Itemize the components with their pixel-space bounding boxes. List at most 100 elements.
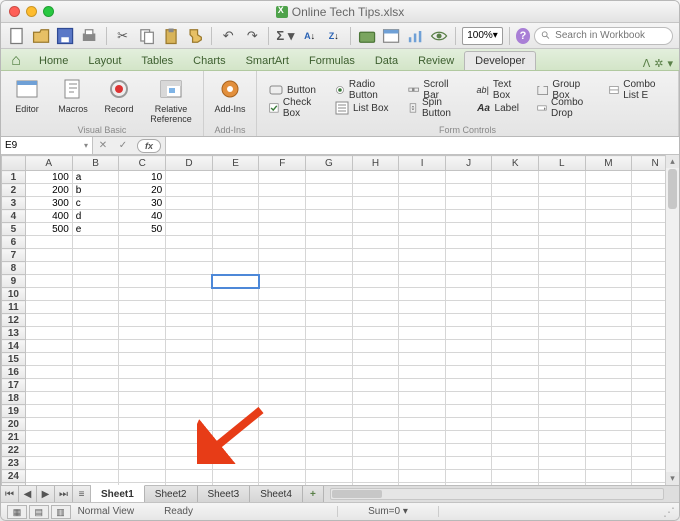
cell[interactable] [72,301,119,314]
cell[interactable] [492,262,539,275]
tab-charts[interactable]: Charts [183,52,235,70]
cell[interactable] [119,314,166,327]
cell[interactable] [25,327,72,340]
cell[interactable] [119,275,166,288]
cell[interactable] [538,366,585,379]
tab-formulas[interactable]: Formulas [299,52,365,70]
cell[interactable] [585,171,632,184]
cell[interactable] [166,327,213,340]
cell[interactable] [352,275,399,288]
cell[interactable] [259,444,306,457]
cell[interactable] [538,431,585,444]
cell[interactable] [212,301,259,314]
cell[interactable] [25,340,72,353]
cell[interactable] [492,275,539,288]
cell[interactable]: 20 [119,184,166,197]
cell[interactable] [166,288,213,301]
tab-smartart[interactable]: SmartArt [236,52,299,70]
row-header[interactable]: 17 [2,379,26,392]
cell[interactable] [538,379,585,392]
cell[interactable] [445,392,492,405]
cell[interactable] [259,483,306,486]
cell[interactable] [212,392,259,405]
cell[interactable] [119,353,166,366]
fx-button[interactable]: fx [137,139,161,153]
row-header[interactable]: 1 [2,171,26,184]
cell[interactable] [445,353,492,366]
sort-za-button[interactable]: Z↓ [324,26,344,46]
cell[interactable] [538,405,585,418]
page-break-view-button[interactable]: ▥ [51,505,71,519]
cell[interactable] [352,171,399,184]
cell[interactable] [119,288,166,301]
cell[interactable] [445,223,492,236]
cell[interactable] [25,301,72,314]
row-header[interactable]: 5 [2,223,26,236]
cell[interactable] [585,418,632,431]
cell[interactable] [259,275,306,288]
row-header[interactable]: 7 [2,249,26,262]
copy-button[interactable] [137,26,157,46]
cell[interactable] [492,327,539,340]
cell[interactable] [212,210,259,223]
sheet-tab[interactable]: Sheet1 [91,485,145,502]
cell[interactable] [25,444,72,457]
form-scrollbar[interactable]: Scroll Bar [404,82,462,99]
cell[interactable] [352,249,399,262]
cell[interactable] [119,379,166,392]
form-spin[interactable]: Spin Button [404,100,462,117]
cell[interactable] [352,418,399,431]
sheet-tab[interactable]: Sheet3 [198,486,251,502]
cell[interactable] [538,184,585,197]
cell[interactable] [212,340,259,353]
cell[interactable] [492,314,539,327]
row-header[interactable]: 2 [2,184,26,197]
cell[interactable] [352,340,399,353]
cell[interactable] [259,379,306,392]
cell[interactable] [445,262,492,275]
col-header[interactable]: H [352,156,399,171]
cell[interactable] [445,444,492,457]
cell[interactable] [25,366,72,379]
cell[interactable] [25,418,72,431]
form-groupbox[interactable]: Group Box [533,82,595,99]
cell[interactable] [72,366,119,379]
cell[interactable]: e [72,223,119,236]
cell[interactable] [585,314,632,327]
cell[interactable] [306,301,353,314]
cell[interactable] [259,470,306,483]
add-sheet-button[interactable]: + [303,486,324,502]
cell[interactable] [399,366,445,379]
cell[interactable] [212,223,259,236]
cell[interactable] [212,171,259,184]
status-sum[interactable]: Sum=0 ▾ [337,506,439,517]
spreadsheet-grid[interactable]: ABCDEFGHIJKLMN1100a102200b203300c304400d… [1,155,679,485]
cell[interactable] [585,379,632,392]
cell[interactable] [306,483,353,486]
cell[interactable] [166,301,213,314]
cell[interactable] [399,470,445,483]
cell[interactable]: 300 [25,197,72,210]
cell[interactable] [259,223,306,236]
sheet-tab[interactable]: Sheet2 [145,486,198,502]
form-combolist[interactable]: Combo List E [605,82,670,99]
cell[interactable] [538,327,585,340]
cell[interactable] [585,340,632,353]
cell[interactable] [492,483,539,486]
cell[interactable]: 100 [25,171,72,184]
cell[interactable] [306,353,353,366]
editor-button[interactable]: Editor [5,73,49,125]
cell[interactable] [166,470,213,483]
tab-developer[interactable]: Developer [464,51,536,70]
cell[interactable] [166,392,213,405]
cell[interactable] [25,249,72,262]
cell[interactable] [72,314,119,327]
col-header[interactable]: E [212,156,259,171]
cell[interactable] [352,288,399,301]
cell[interactable] [166,210,213,223]
cell[interactable] [25,457,72,470]
cell[interactable] [259,392,306,405]
cell[interactable] [119,470,166,483]
formula-input[interactable] [166,137,679,154]
cell[interactable] [119,327,166,340]
